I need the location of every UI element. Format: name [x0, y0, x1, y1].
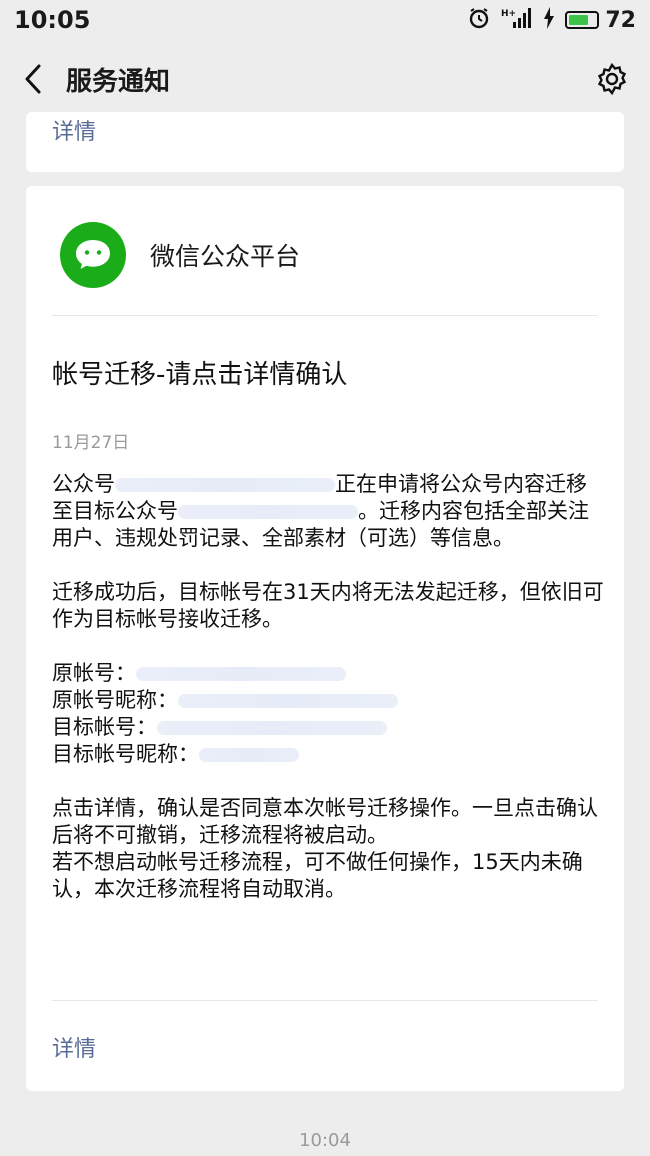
text-segment: 正在申请将公众号内容迁	[335, 472, 566, 496]
chevron-left-icon	[25, 64, 41, 94]
text-segment: 公众号	[52, 472, 115, 496]
account-name: 微信公众平台	[150, 242, 301, 271]
paragraph-migration-limit: 迁移成功后，目标帐号在31天内将无法发起迁移，但依旧可作为目标帐号接收迁移。	[52, 580, 604, 631]
field-target-nickname: 目标帐号昵称：	[52, 742, 199, 766]
text-segment: 息。	[472, 526, 514, 550]
wechat-logo-avatar	[60, 222, 126, 288]
header-divider	[52, 315, 598, 316]
account-header[interactable]: 微信公众平台	[60, 222, 300, 288]
signal-icon: H+	[501, 6, 533, 34]
battery-indicator: 72	[565, 8, 636, 33]
alarm-icon	[467, 6, 491, 34]
message-body: 公众号 正在申请将公众号内容迁移至目标公众号 。迁移内容包括全部关注用户、违规处罚记…	[52, 471, 604, 930]
redacted-value	[157, 721, 387, 735]
svg-text:H+: H+	[501, 9, 516, 19]
chat-bubble-icon	[76, 240, 110, 269]
back-button[interactable]	[18, 59, 48, 99]
text-segment: 。迁移内容包括全	[358, 499, 526, 523]
redacted-target-account	[178, 505, 358, 519]
detail-link[interactable]: 详情	[52, 1031, 96, 1063]
paragraph-migration-request: 公众号 正在申请将公众号内容迁移至目标公众号 。迁移内容包括全部关注用户、违规处罚记…	[52, 471, 604, 552]
field-original-nickname: 原帐号昵称：	[52, 688, 178, 712]
redacted-value	[136, 667, 346, 681]
settings-button[interactable]	[592, 59, 632, 99]
status-time: 10:05	[14, 6, 91, 34]
gear-icon	[597, 62, 627, 96]
message-card: 微信公众平台 帐号迁移-请点击详情确认 11月27日 公众号 正在申请将公众号内容…	[26, 186, 624, 1091]
footer-divider	[52, 1000, 598, 1001]
field-original-account: 原帐号：	[52, 661, 136, 685]
page-title: 服务通知	[66, 66, 171, 97]
charging-icon	[543, 7, 555, 33]
status-icons: H+ 72	[467, 6, 636, 34]
text-segment: 点击详情，确认是否同意本次帐号迁移操作。一旦点击确认后将不可撤销，迁移流程将被启…	[52, 796, 598, 847]
previous-message-card: 详情	[26, 112, 624, 172]
previous-detail-link[interactable]: 详情	[52, 114, 96, 146]
text-segment: 若不想启动帐号迁移流程，可不做任何操作，15天内未确认，本次迁移流程将自动取消。	[52, 850, 583, 901]
battery-icon	[565, 11, 600, 29]
redacted-value	[178, 694, 398, 708]
redacted-source-account	[115, 478, 335, 492]
message-title: 帐号迁移-请点击详情确认	[52, 360, 348, 390]
redacted-value	[199, 748, 299, 762]
field-target-account: 目标帐号：	[52, 715, 157, 739]
nav-bar: 服务通知	[0, 40, 650, 118]
paragraph-confirm-instruction: 点击详情，确认是否同意本次帐号迁移操作。一旦点击确认后将不可撤销，迁移流程将被启…	[52, 795, 604, 903]
message-date: 11月27日	[52, 433, 130, 453]
account-fields: 原帐号： 原帐号昵称： 目标帐号： 目标帐号昵称：	[52, 660, 604, 768]
status-bar: 10:05 H+ 72	[0, 0, 650, 40]
battery-level: 72	[605, 7, 636, 33]
next-message-time: 10:04	[299, 1130, 351, 1151]
